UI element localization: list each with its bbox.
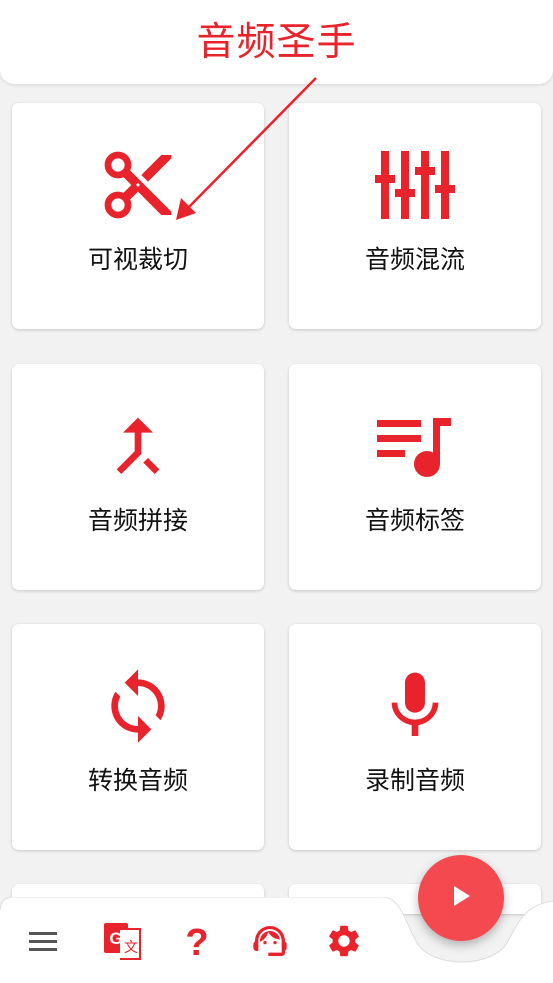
card-label: 音频拼接 [87, 506, 188, 535]
card-convert-audio[interactable]: 转换音频 [12, 624, 264, 850]
card-label: 音频标签 [364, 506, 465, 535]
sync-icon [98, 666, 178, 746]
play-fab-button[interactable] [418, 855, 504, 941]
card-visual-trim[interactable]: 可视裁切 [12, 103, 264, 329]
scissors-icon [98, 145, 178, 225]
settings-button[interactable] [322, 919, 366, 963]
card-label: 转换音频 [87, 766, 188, 795]
translate-icon: G 文 [100, 919, 144, 963]
card-record-audio[interactable]: 录制音频 [289, 624, 541, 850]
support-button[interactable] [248, 919, 292, 963]
card-label: 录制音频 [364, 766, 465, 795]
settings-icon [325, 922, 363, 960]
microphone-icon [375, 666, 455, 746]
merge-icon [98, 406, 178, 486]
app-title: 音频圣手 [196, 20, 357, 65]
menu-icon [27, 929, 59, 953]
card-audio-mix[interactable]: 音频混流 [289, 103, 541, 329]
svg-text:文: 文 [124, 940, 138, 956]
equalizer-icon [375, 145, 455, 225]
app-header: 音频圣手 [0, 0, 553, 84]
card-audio-tags[interactable]: 音频标签 [289, 364, 541, 590]
support-agent-icon [250, 921, 290, 961]
play-icon [450, 884, 472, 912]
translate-button[interactable]: G 文 [100, 919, 144, 963]
card-label: 可视裁切 [87, 245, 188, 274]
help-button[interactable]: ? [175, 919, 219, 963]
card-audio-join[interactable]: 音频拼接 [12, 364, 264, 590]
card-label: 音频混流 [364, 245, 465, 274]
help-icon: ? [183, 921, 211, 961]
svg-text:?: ? [185, 922, 208, 961]
menu-button[interactable] [21, 919, 65, 963]
playlist-music-icon [375, 406, 455, 486]
